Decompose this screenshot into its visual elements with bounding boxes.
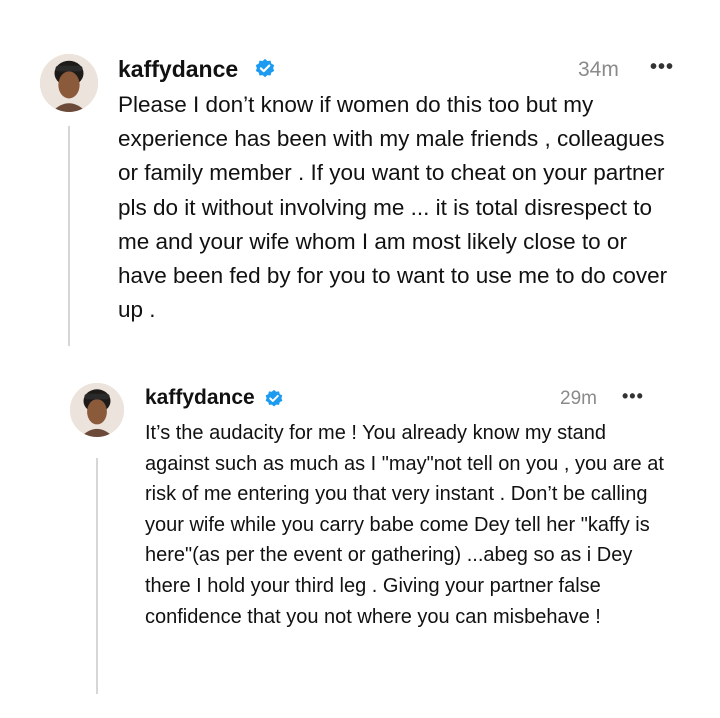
more-options-icon[interactable]: ••• [650, 54, 674, 80]
username[interactable]: kaffydance [145, 384, 255, 412]
avatar[interactable] [70, 383, 124, 437]
post-text: It’s the audacity for me ! You already k… [145, 422, 664, 628]
verified-badge-icon [255, 58, 275, 78]
avatar[interactable] [40, 54, 98, 112]
thread-line [68, 126, 70, 346]
timestamp: 34m [578, 58, 619, 81]
thread-line [96, 458, 98, 694]
username[interactable]: kaffydance [118, 54, 238, 84]
profile-photo [70, 383, 124, 437]
verified-badge-icon [265, 389, 283, 407]
timestamp: 29m [560, 388, 597, 409]
more-options-icon[interactable]: ••• [622, 384, 644, 408]
post-text: Please I don’t know if women do this too… [118, 92, 668, 323]
profile-photo [40, 54, 98, 112]
